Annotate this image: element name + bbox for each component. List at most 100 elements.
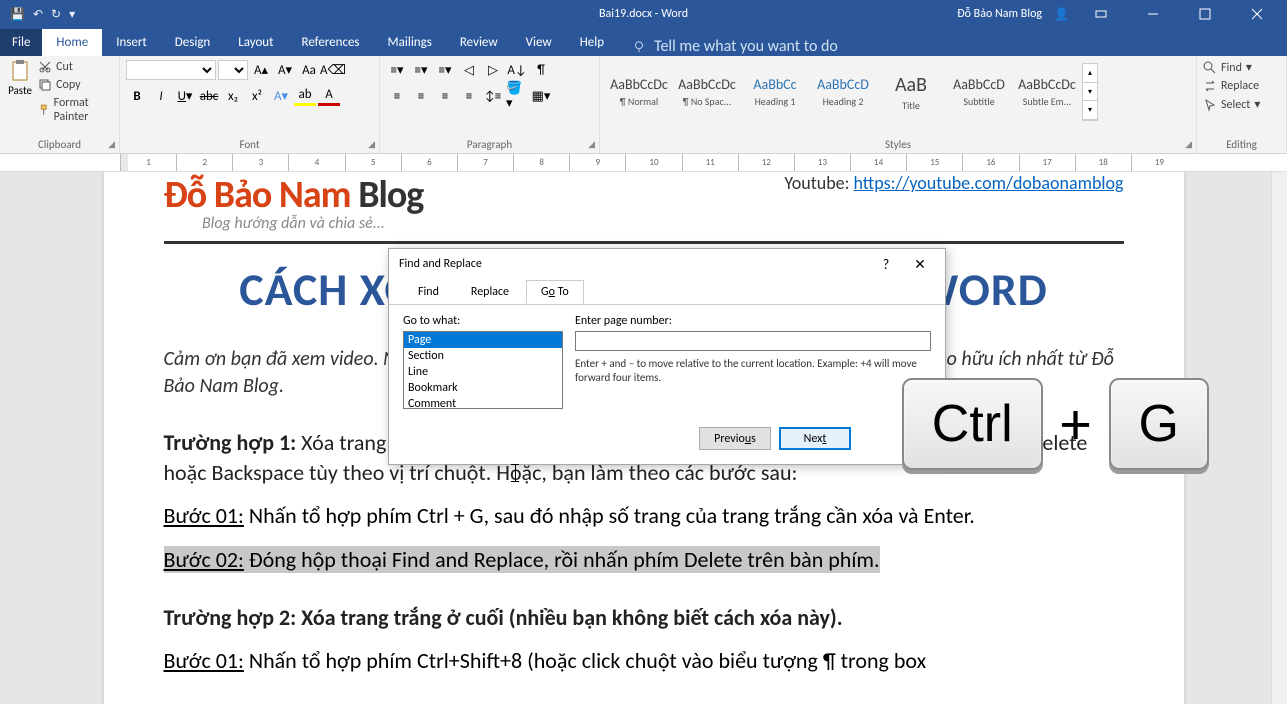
goto-what-listbox[interactable]: PageSectionLineBookmarkCommentFootnote: [403, 331, 563, 409]
decrease-indent-button[interactable]: ◁: [458, 60, 480, 80]
style-item[interactable]: AaBbCcDSubtitle: [946, 63, 1012, 121]
find-button[interactable]: Find▾: [1203, 60, 1280, 75]
next-button[interactable]: Next: [779, 427, 851, 450]
minimize-button[interactable]: [1133, 0, 1173, 28]
text-effects-button[interactable]: A▾: [270, 86, 292, 106]
superscript-button[interactable]: x²: [246, 86, 268, 106]
page-number-input[interactable]: [575, 331, 931, 351]
maximize-button[interactable]: [1185, 0, 1225, 28]
user-name[interactable]: Đỗ Bảo Nam Blog: [957, 7, 1042, 21]
blog-logo: Đỗ Bảo Nam Blog: [164, 172, 424, 218]
paste-button[interactable]: Paste: [6, 60, 34, 124]
goto-item[interactable]: Page: [404, 332, 562, 348]
goto-item[interactable]: Line: [404, 364, 562, 380]
window-title: Bai19.docx - Word: [599, 7, 688, 21]
tab-home[interactable]: Home: [42, 29, 102, 56]
search-icon: [1203, 61, 1217, 75]
dialog-launcher-icon[interactable]: ◢: [1185, 139, 1192, 150]
align-center-button[interactable]: ≡: [410, 86, 432, 106]
styles-more-button[interactable]: ▴▾▾: [1082, 63, 1098, 121]
style-item[interactable]: AaBbCcDc¶ No Spac...: [674, 63, 740, 121]
dialog-launcher-icon[interactable]: ◢: [368, 139, 375, 150]
paste-icon: [10, 60, 30, 82]
borders-button[interactable]: ▦▾: [530, 86, 552, 106]
show-marks-button[interactable]: ¶: [530, 60, 552, 80]
style-item[interactable]: AaBbCcDc¶ Normal: [606, 63, 672, 121]
style-item[interactable]: AaBbCcDcSubtle Em...: [1014, 63, 1080, 121]
goto-what-label: Go to what:: [403, 314, 563, 328]
youtube-link[interactable]: https://youtube.com/dobaonamblog: [854, 172, 1124, 194]
horizontal-ruler[interactable]: 12345678910111213141516171819: [0, 154, 1287, 172]
tell-me-search[interactable]: Tell me what you want to do: [618, 37, 838, 56]
goto-item[interactable]: Section: [404, 348, 562, 364]
change-case-button[interactable]: Aa: [298, 60, 320, 80]
save-icon[interactable]: 💾: [10, 7, 25, 22]
grow-font-button[interactable]: A▴: [250, 60, 272, 80]
line-spacing-button[interactable]: ↕≡: [482, 86, 504, 106]
multilevel-button[interactable]: ≡▾: [434, 60, 456, 80]
underline-button[interactable]: U▾: [174, 86, 196, 106]
tab-layout[interactable]: Layout: [224, 29, 287, 56]
shrink-font-button[interactable]: A▾: [274, 60, 296, 80]
close-button[interactable]: [1237, 0, 1277, 28]
replace-button[interactable]: Replace: [1203, 79, 1280, 93]
clear-format-button[interactable]: A⌫: [322, 60, 344, 80]
step-1b: Bước 01: Nhấn tổ hợp phím Ctrl+Shift+8 (…: [164, 646, 1124, 676]
bold-button[interactable]: B: [126, 86, 148, 106]
tab-design[interactable]: Design: [161, 29, 224, 56]
font-color-button[interactable]: A: [318, 86, 340, 106]
vertical-scrollbar[interactable]: [1271, 172, 1287, 704]
text-cursor-icon: [514, 464, 516, 482]
previous-button[interactable]: Previous: [699, 427, 771, 450]
tab-view[interactable]: View: [512, 29, 566, 56]
group-label: Paragraph: [380, 138, 599, 151]
subscript-button[interactable]: x₂: [222, 86, 244, 106]
numbering-button[interactable]: ≡▾: [410, 60, 432, 80]
undo-icon[interactable]: ↶: [33, 7, 43, 22]
dialog-title: Find and Replace: [399, 257, 482, 271]
tab-file[interactable]: File: [0, 29, 42, 56]
lightbulb-icon: [632, 40, 646, 54]
tab-insert[interactable]: Insert: [102, 29, 161, 56]
strike-button[interactable]: abc: [198, 86, 220, 106]
style-item[interactable]: AaBbCcHeading 1: [742, 63, 808, 121]
goto-item[interactable]: Comment: [404, 396, 562, 409]
tab-review[interactable]: Review: [446, 29, 512, 56]
goto-item[interactable]: Bookmark: [404, 380, 562, 396]
font-size-select[interactable]: [218, 60, 248, 80]
group-label: Styles: [600, 138, 1196, 151]
style-item[interactable]: AaBbCcDHeading 2: [810, 63, 876, 121]
dialog-launcher-icon[interactable]: ◢: [108, 139, 115, 150]
sort-button[interactable]: A↓: [506, 60, 528, 80]
user-avatar-icon[interactable]: 👤: [1054, 7, 1069, 22]
justify-button[interactable]: ≡: [458, 86, 480, 106]
format-painter-button[interactable]: Format Painter: [38, 96, 113, 124]
tab-help[interactable]: Help: [566, 29, 618, 56]
shading-button[interactable]: 🪣▾: [506, 86, 528, 106]
replace-icon: [1203, 79, 1217, 93]
tab-find[interactable]: Find: [403, 280, 454, 304]
align-right-button[interactable]: ≡: [434, 86, 456, 106]
youtube-link-line: Youtube: https://youtube.com/dobaonamblo…: [784, 172, 1123, 194]
tab-replace[interactable]: Replace: [456, 280, 524, 304]
dialog-launcher-icon[interactable]: ◢: [588, 139, 595, 150]
dialog-close-button[interactable]: ✕: [905, 252, 935, 276]
italic-button[interactable]: I: [150, 86, 172, 106]
tab-mailings[interactable]: Mailings: [374, 29, 446, 56]
highlight-button[interactable]: ab: [294, 86, 316, 106]
select-button[interactable]: Select▾: [1203, 97, 1280, 112]
copy-button[interactable]: Copy: [38, 78, 113, 92]
tab-goto[interactable]: Go To: [526, 280, 584, 304]
ribbon-options-icon[interactable]: [1081, 0, 1121, 28]
qat-more-icon[interactable]: ▾: [69, 7, 75, 22]
find-replace-dialog: Find and Replace ? ✕ Find Replace Go To …: [388, 248, 946, 465]
dialog-help-button[interactable]: ?: [871, 252, 901, 276]
cut-button[interactable]: Cut: [38, 60, 113, 74]
style-item[interactable]: AaBTitle: [878, 63, 944, 121]
redo-icon[interactable]: ↻: [51, 7, 61, 22]
increase-indent-button[interactable]: ▷: [482, 60, 504, 80]
bullets-button[interactable]: ≡▾: [386, 60, 408, 80]
align-left-button[interactable]: ≡: [386, 86, 408, 106]
tab-references[interactable]: References: [288, 29, 374, 56]
font-name-select[interactable]: [126, 60, 216, 80]
